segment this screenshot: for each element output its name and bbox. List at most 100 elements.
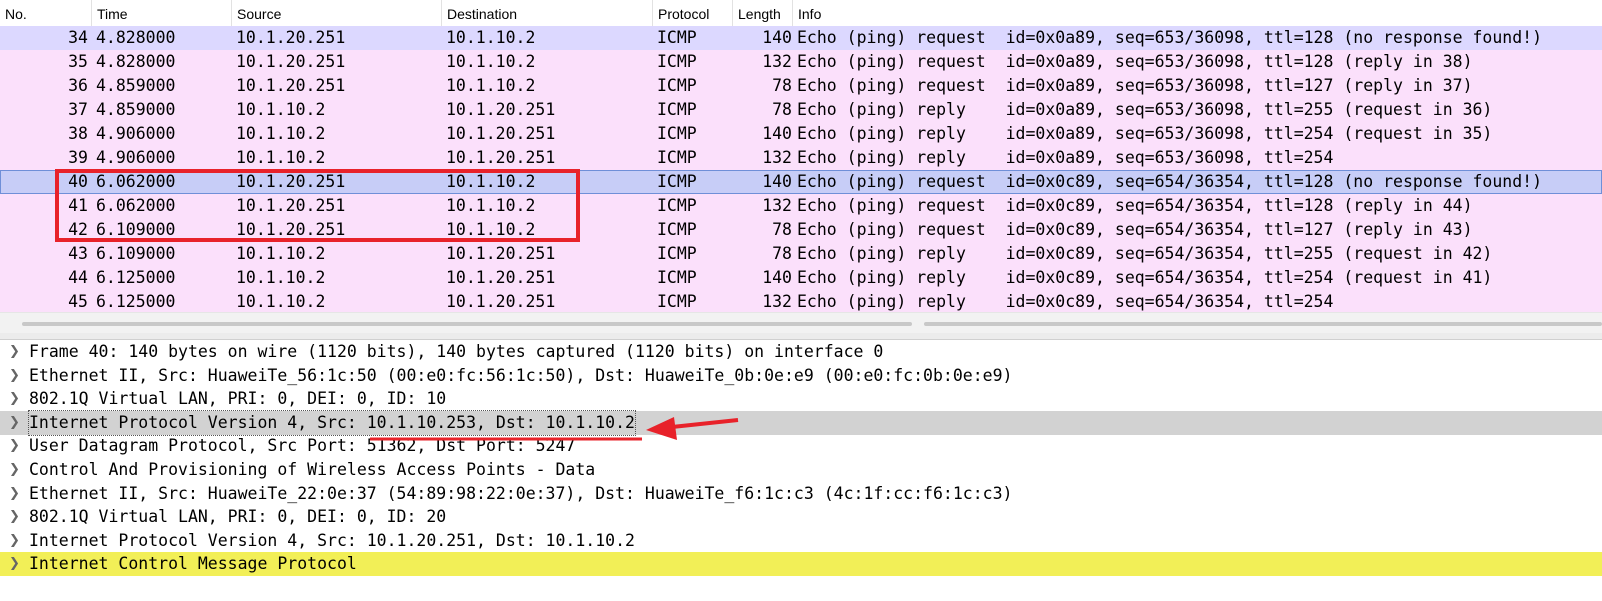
chevron-right-icon[interactable]: ❯: [9, 340, 20, 364]
packet-length: 140: [762, 28, 792, 47]
packet-time: 4.906000: [96, 124, 176, 143]
column-header: No. Time Source Destination Protocol Len…: [0, 0, 1602, 27]
packet-length: 140: [762, 124, 792, 143]
packet-time: 4.906000: [96, 148, 176, 167]
packet-info: Echo (ping) request id=0x0a89, seq=653/3…: [797, 76, 1473, 95]
packet-row[interactable]: 44 6.125000 10.1.10.2 10.1.20.251 ICMP 140 Ech…: [0, 266, 1602, 290]
packet-row[interactable]: 45 6.125000 10.1.10.2 10.1.20.251 ICMP 132 Ech…: [0, 290, 1602, 314]
detail-tree-item[interactable]: ❯ Internet Protocol Version 4, Src: 10.1.…: [0, 409, 1602, 436]
packet-source: 10.1.20.251: [236, 220, 346, 239]
packet-source: 10.1.10.2: [236, 244, 326, 263]
packet-info: Echo (ping) request id=0x0c89, seq=654/3…: [797, 172, 1543, 191]
packet-length: 132: [762, 196, 792, 215]
packet-no: 38: [68, 124, 88, 143]
packet-length: 78: [772, 244, 792, 263]
packet-row[interactable]: 39 4.906000 10.1.10.2 10.1.20.251 ICMP 132 Ech…: [0, 146, 1602, 170]
packet-source: 10.1.20.251: [236, 172, 346, 191]
scrollbar-thumb[interactable]: [22, 322, 912, 326]
packet-row[interactable]: 35 4.828000 10.1.20.251 10.1.10.2 ICMP 132 Ech…: [0, 50, 1602, 74]
detail-tree-label: Ethernet II, Src: HuaweiTe_22:0e:37 (54:…: [29, 483, 1013, 503]
packet-destination: 10.1.20.251: [446, 124, 556, 143]
chevron-right-icon[interactable]: ❯: [9, 434, 20, 458]
packet-source: 10.1.20.251: [236, 76, 346, 95]
detail-tree-label: Frame 40: 140 bytes on wire (1120 bits),…: [29, 342, 884, 361]
packet-row[interactable]: 41 6.062000 10.1.20.251 10.1.10.2 ICMP 132 Ech…: [0, 194, 1602, 218]
packet-info: Echo (ping) reply id=0x0c89, seq=654/363…: [797, 268, 1493, 287]
packet-source: 10.1.10.2: [236, 100, 326, 119]
packet-time: 6.109000: [96, 244, 176, 263]
packet-destination: 10.1.20.251: [446, 100, 556, 119]
packet-source: 10.1.10.2: [236, 292, 326, 311]
chevron-right-icon[interactable]: ❯: [9, 505, 20, 529]
packet-row-selected[interactable]: 40 6.062000 10.1.20.251 10.1.10.2 ICMP 140 Ech…: [0, 170, 1602, 194]
packet-no: 41: [68, 196, 88, 215]
packet-source: 10.1.10.2: [236, 268, 326, 287]
packet-details-tree[interactable]: ❯ Frame 40: 140 bytes on wire (1120 bits)…: [0, 340, 1602, 601]
chevron-right-icon[interactable]: ❯: [9, 552, 20, 576]
chevron-right-icon[interactable]: ❯: [9, 482, 20, 506]
packet-row[interactable]: 36 4.859000 10.1.20.251 10.1.10.2 ICMP 78 Echo…: [0, 74, 1602, 98]
detail-tree-item[interactable]: ❯ Ethernet II, Src: HuaweiTe_56:1c:50 (00…: [0, 364, 1602, 388]
scrollbar-thumb-secondary[interactable]: [924, 322, 1602, 326]
packet-no: 40: [68, 172, 88, 191]
packet-source: 10.1.20.251: [236, 52, 346, 71]
packet-source: 10.1.10.2: [236, 124, 326, 143]
horizontal-scrollbar[interactable]: [0, 312, 1602, 334]
detail-tree-item[interactable]: ❯ Ethernet II, Src: HuaweiTe_22:0e:37 (54…: [0, 482, 1602, 506]
detail-tree-label: Ethernet II, Src: HuaweiTe_56:1c:50 (00:…: [29, 365, 1013, 385]
packet-info: Echo (ping) reply id=0x0c89, seq=654/363…: [797, 244, 1493, 263]
chevron-right-icon[interactable]: ❯: [9, 529, 20, 553]
packet-time: 6.062000: [96, 196, 176, 215]
packet-info: Echo (ping) request id=0x0a89, seq=653/3…: [797, 28, 1543, 47]
packet-row[interactable]: 42 6.109000 10.1.20.251 10.1.10.2 ICMP 78 Echo…: [0, 218, 1602, 242]
packet-length: 132: [762, 52, 792, 71]
col-header-protocol[interactable]: Protocol: [653, 0, 733, 26]
packet-row[interactable]: 43 6.109000 10.1.10.2 10.1.20.251 ICMP 78 Echo…: [0, 242, 1602, 266]
packet-length: 132: [762, 292, 792, 311]
chevron-right-icon[interactable]: ❯: [9, 411, 20, 435]
packet-row[interactable]: 38 4.906000 10.1.10.2 10.1.20.251 ICMP 140 Ech…: [0, 122, 1602, 146]
detail-tree-item[interactable]: ❯ 802.1Q Virtual LAN, PRI: 0, DEI: 0, ID:…: [0, 387, 1602, 411]
chevron-right-icon[interactable]: ❯: [9, 364, 20, 388]
detail-tree-item[interactable]: ❯ User Datagram Protocol, Src Port: 51362…: [0, 434, 1602, 458]
packet-length: 140: [762, 268, 792, 287]
chevron-right-icon[interactable]: ❯: [9, 387, 20, 411]
packet-time: 6.125000: [96, 292, 176, 311]
packet-time: 6.125000: [96, 268, 176, 287]
packet-destination: 10.1.20.251: [446, 148, 556, 167]
packet-row[interactable]: 37 4.859000 10.1.10.2 10.1.20.251 ICMP 78 Echo…: [0, 98, 1602, 122]
packet-destination: 10.1.20.251: [446, 244, 556, 263]
packet-no: 35: [68, 52, 88, 71]
detail-tree-label: 802.1Q Virtual LAN, PRI: 0, DEI: 0, ID: …: [29, 389, 447, 409]
col-header-destination[interactable]: Destination: [442, 0, 653, 26]
detail-tree-item[interactable]: ❯ Internet Protocol Version 4, Src: 10.1.…: [0, 529, 1602, 553]
detail-tree-item[interactable]: ❯ 802.1Q Virtual LAN, PRI: 0, DEI: 0, ID:…: [0, 505, 1602, 529]
packet-length: 78: [772, 220, 792, 239]
chevron-right-icon[interactable]: ❯: [9, 458, 20, 482]
packet-info: Echo (ping) request id=0x0a89, seq=653/3…: [797, 52, 1473, 71]
col-header-length[interactable]: Length: [733, 0, 793, 26]
col-header-info[interactable]: Info: [793, 0, 1602, 26]
packet-time: 4.828000: [96, 52, 176, 71]
detail-tree-item[interactable]: ❯ Frame 40: 140 bytes on wire (1120 bits)…: [0, 340, 1602, 364]
detail-tree-label: User Datagram Protocol, Src Port: 51362,…: [29, 436, 576, 456]
col-header-no[interactable]: No.: [0, 0, 92, 26]
detail-tree-item[interactable]: ❯ Control And Provisioning of Wireless Ac…: [0, 458, 1602, 482]
col-header-time[interactable]: Time: [92, 0, 232, 26]
packet-destination: 10.1.10.2: [446, 196, 536, 215]
packet-destination: 10.1.10.2: [446, 172, 536, 191]
packet-time: 6.109000: [96, 220, 176, 239]
packet-no: 44: [68, 268, 88, 287]
packet-no: 36: [68, 76, 88, 95]
packet-list[interactable]: No. Time Source Destination Protocol Len…: [0, 0, 1602, 334]
packet-row[interactable]: 34 4.828000 10.1.20.251 10.1.10.2 ICMP 140 Ech…: [0, 26, 1602, 50]
col-header-source[interactable]: Source: [232, 0, 442, 26]
packet-time: 6.062000: [96, 172, 176, 191]
detail-tree-item[interactable]: ❯ Internet Control Message Protocol: [0, 552, 1602, 577]
pane-splitter[interactable]: [0, 333, 1602, 340]
packet-info: Echo (ping) reply id=0x0c89, seq=654/363…: [797, 292, 1334, 311]
detail-tree-label: Internet Protocol Version 4, Src: 10.1.1…: [28, 409, 636, 436]
packet-info: Echo (ping) request id=0x0c89, seq=654/3…: [797, 196, 1473, 215]
packet-time: 4.859000: [96, 76, 176, 95]
detail-tree-label: 802.1Q Virtual LAN, PRI: 0, DEI: 0, ID: …: [29, 507, 447, 527]
